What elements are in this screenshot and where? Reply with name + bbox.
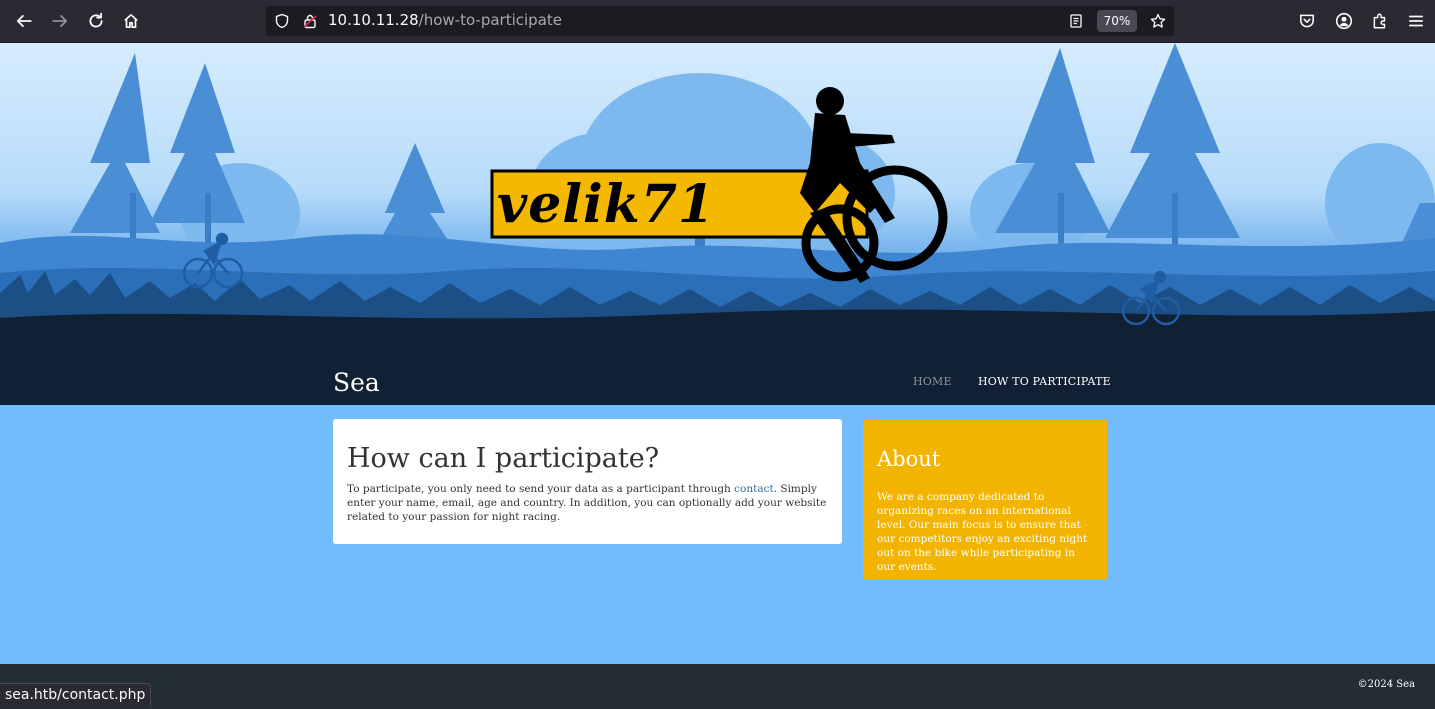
logo: velik71 [497,173,827,237]
url-path: /how-to-participate [418,11,562,29]
menu-icon[interactable] [1400,5,1432,37]
back-icon[interactable] [8,5,40,37]
extensions-icon[interactable] [1364,5,1396,37]
about-box: About We are a company dedicated to orga… [863,419,1107,580]
about-paragraph: We are a company dedicated to organizing… [877,491,1088,573]
nav-link-home[interactable]: HOME [913,375,952,388]
about-heading: About [877,447,941,471]
account-icon[interactable] [1328,5,1360,37]
contact-link[interactable]: contact [734,483,774,495]
reader-view-icon[interactable] [1066,11,1086,31]
site-title[interactable]: Sea [333,368,380,397]
url-host: 10.10.11.28 [328,11,419,29]
star-icon[interactable] [1148,11,1168,31]
copyright-text: ©2024 Sea [1357,679,1415,690]
home-icon[interactable] [115,5,147,37]
browser-status-bar: sea.htb/contact.php [0,683,152,707]
zoom-level-button[interactable]: 70% [1097,10,1137,32]
participate-card: How can I participate? To participate, y… [333,419,842,544]
paragraph-text-start: To participate, you only need to send yo… [347,483,735,495]
participate-paragraph: To participate, you only need to send yo… [347,482,827,524]
url-text: 10.10.11.28/how-to-participate [328,11,562,29]
footer: ©2024 Sea [0,664,1435,709]
pocket-icon[interactable] [1291,5,1323,37]
forward-icon[interactable] [44,5,76,37]
url-bar[interactable]: 10.10.11.28/how-to-participate 70% [266,6,1174,36]
page-heading: How can I participate? [347,443,660,474]
shield-icon[interactable] [272,11,292,31]
logo-text: velik71 [497,174,716,235]
nav-link-how-to-participate[interactable]: HOW TO PARTICIPATE [978,375,1111,388]
reload-icon[interactable] [80,5,112,37]
browser-toolbar: 10.10.11.28/how-to-participate 70% [0,0,1435,43]
lock-icon[interactable] [300,11,320,31]
